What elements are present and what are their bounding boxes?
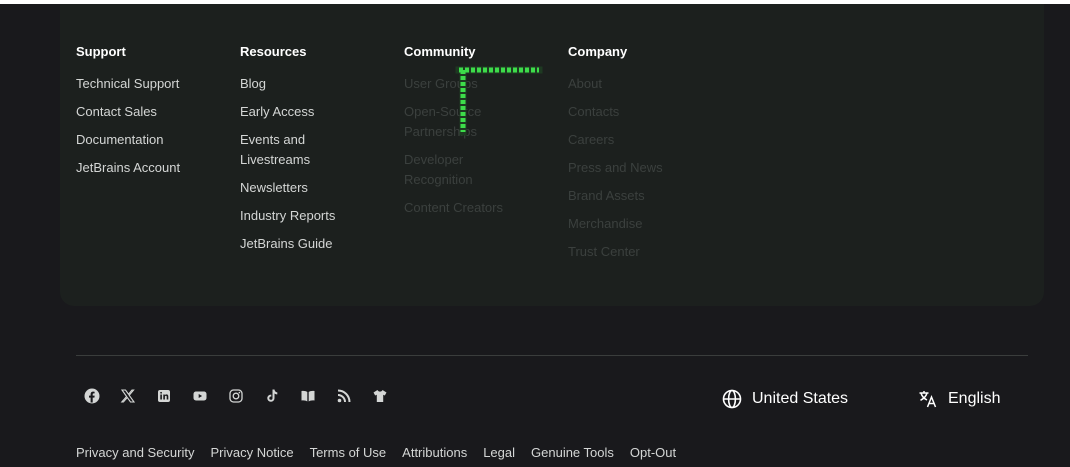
- book-icon[interactable]: [300, 388, 316, 404]
- footer-link-jetbrains-account[interactable]: JetBrains Account: [76, 158, 226, 178]
- footer-link-contacts[interactable]: Contacts: [568, 102, 718, 122]
- instagram-icon[interactable]: [228, 388, 244, 404]
- footer-link-jetbrains-guide[interactable]: JetBrains Guide: [240, 234, 390, 254]
- footer-column-community: Community User Groups Open-Source Partne…: [404, 44, 534, 226]
- footer-link-careers[interactable]: Careers: [568, 130, 718, 150]
- footer-column-company: Company About Contacts Careers Press and…: [568, 44, 718, 270]
- language-label: English: [948, 390, 1001, 407]
- legal-link-privacy-notice[interactable]: Privacy Notice: [211, 444, 294, 462]
- tiktok-icon[interactable]: [264, 388, 280, 404]
- footer-link-merchandise[interactable]: Merchandise: [568, 214, 718, 234]
- merch-shirt-icon[interactable]: [372, 388, 388, 404]
- legal-link-genuine-tools[interactable]: Genuine Tools: [531, 444, 614, 462]
- x-icon[interactable]: [120, 388, 136, 404]
- column-heading: Resources: [240, 44, 307, 59]
- footer-link-early-access[interactable]: Early Access: [240, 102, 390, 122]
- legal-link-attributions[interactable]: Attributions: [402, 444, 467, 462]
- footer-link-trust-center[interactable]: Trust Center: [568, 242, 718, 262]
- legal-link-legal[interactable]: Legal: [483, 444, 515, 462]
- language-selector[interactable]: English: [918, 389, 1000, 409]
- translate-icon: [919, 391, 937, 408]
- globe-icon: [722, 389, 742, 409]
- footer-divider: [76, 355, 1028, 356]
- footer-column-resources: Resources Blog Early Access Events and L…: [240, 44, 390, 262]
- column-heading: Support: [76, 44, 126, 59]
- footer-link-events-livestreams[interactable]: Events and Livestreams: [240, 130, 330, 170]
- footer-link-technical-support[interactable]: Technical Support: [76, 74, 226, 94]
- footer-link-open-source-partnerships[interactable]: Open-Source Partnerships: [404, 102, 494, 142]
- footer-link-contact-sales[interactable]: Contact Sales: [76, 102, 226, 122]
- column-heading: Company: [568, 44, 628, 59]
- footer-column-support: Support Technical Support Contact Sales …: [76, 44, 226, 186]
- footer-link-content-creators[interactable]: Content Creators: [404, 198, 534, 218]
- column-heading: Community: [404, 44, 476, 59]
- facebook-icon[interactable]: [84, 388, 100, 404]
- legal-link-privacy-security[interactable]: Privacy and Security: [76, 444, 195, 462]
- footer-link-documentation[interactable]: Documentation: [76, 130, 226, 150]
- region-label: United States: [752, 390, 849, 407]
- linkedin-icon[interactable]: [156, 388, 172, 404]
- footer-link-newsletters[interactable]: Newsletters: [240, 178, 390, 198]
- region-selector[interactable]: United States: [722, 389, 848, 409]
- legal-links-row: Privacy and Security Privacy Notice Term…: [76, 444, 692, 462]
- footer-link-press-news[interactable]: Press and News: [568, 158, 718, 178]
- social-links-row: [84, 388, 408, 406]
- footer-link-brand-assets[interactable]: Brand Assets: [568, 186, 718, 206]
- legal-link-terms-of-use[interactable]: Terms of Use: [310, 444, 387, 462]
- footer-link-industry-reports[interactable]: Industry Reports: [240, 206, 390, 226]
- footer-link-about[interactable]: About: [568, 74, 718, 94]
- youtube-icon[interactable]: [192, 388, 208, 404]
- footer-link-developer-recognition[interactable]: Developer Recognition: [404, 150, 484, 190]
- footer-link-blog[interactable]: Blog: [240, 74, 390, 94]
- footer-link-user-groups[interactable]: User Groups: [404, 74, 534, 94]
- legal-link-opt-out[interactable]: Opt-Out: [630, 444, 676, 462]
- rss-icon[interactable]: [336, 388, 352, 404]
